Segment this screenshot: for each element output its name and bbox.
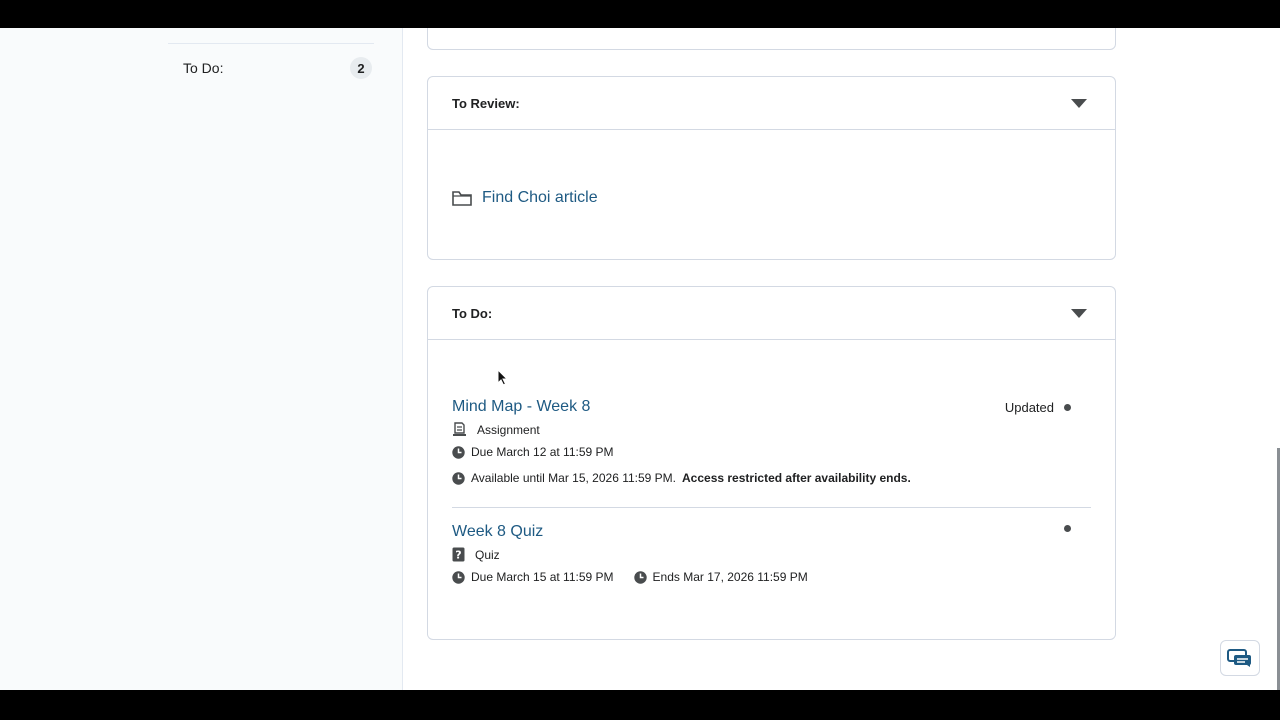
review-item: Find Choi article xyxy=(452,189,598,207)
sidebar-item-todo[interactable]: To Do: 2 xyxy=(168,55,374,81)
clock-icon xyxy=(633,570,647,584)
svg-text:?: ? xyxy=(455,549,461,562)
to-do-title: To Do: xyxy=(452,305,493,321)
mouse-cursor-icon xyxy=(497,369,509,386)
end-date-text: Ends Mar 17, 2026 11:59 PM xyxy=(652,570,808,584)
chat-icon xyxy=(1227,649,1251,667)
item-type-row: Assignment xyxy=(452,422,1091,437)
todo-item: Week 8 Quiz ? Quiz Due March 15 at 11:59… xyxy=(452,523,1091,603)
clock-icon xyxy=(452,445,465,459)
due-date-row: Due March 12 at 11:59 PM xyxy=(452,445,1091,459)
status-badge: Updated xyxy=(1005,400,1071,415)
due-date-row: Due March 15 at 11:59 PM Ends Mar 17, 20… xyxy=(452,570,1091,584)
availability-row: Available until Mar 15, 2026 11:59 PM. A… xyxy=(452,471,1091,485)
status-label: Updated xyxy=(1004,400,1054,415)
due-date-text: Due March 12 at 11:59 PM xyxy=(471,445,614,459)
sidebar: To Do: 2 xyxy=(0,28,403,690)
todo-item: Mind Map - Week 8 Updated Assignment Due xyxy=(452,398,1091,508)
to-review-title: To Review: xyxy=(452,95,520,111)
sidebar-divider xyxy=(168,43,374,44)
availability-note: Access restricted after availability end… xyxy=(682,471,911,485)
to-do-panel: To Do: Mind Map - Week 8 Updated Assignm… xyxy=(427,286,1116,640)
sidebar-item-label: To Do: xyxy=(183,60,224,76)
availability-text: Available until Mar 15, 2026 11:59 PM. xyxy=(471,471,677,485)
item-type-label: Quiz xyxy=(475,547,500,562)
item-type-label: Assignment xyxy=(477,422,540,437)
page-viewport: To Do: 2 To Review: Find Choi article To… xyxy=(0,28,1280,690)
find-choi-article-link[interactable]: Find Choi article xyxy=(482,189,598,207)
clock-icon xyxy=(452,570,465,584)
clock-icon xyxy=(452,471,465,485)
item-type-row: ? Quiz xyxy=(452,547,1091,562)
to-review-header[interactable]: To Review: xyxy=(428,77,1115,130)
unread-dot-icon xyxy=(1064,525,1071,532)
collapse-caret-icon[interactable] xyxy=(1071,98,1087,108)
assignment-icon xyxy=(453,422,466,436)
folder-icon xyxy=(452,190,472,206)
mind-map-week-8-link[interactable]: Mind Map - Week 8 xyxy=(452,398,590,415)
collapse-caret-icon[interactable] xyxy=(1071,308,1087,318)
todo-count-badge: 2 xyxy=(350,57,372,79)
previous-panel-bottom xyxy=(427,28,1116,50)
due-date-text: Due March 15 at 11:59 PM xyxy=(471,570,614,584)
week-8-quiz-link[interactable]: Week 8 Quiz xyxy=(452,523,543,540)
to-review-panel: To Review: Find Choi article xyxy=(427,76,1116,260)
to-do-header[interactable]: To Do: xyxy=(428,287,1115,340)
chat-button[interactable] xyxy=(1220,640,1260,676)
status-badge xyxy=(1064,525,1071,532)
quiz-icon: ? xyxy=(452,547,465,562)
unread-dot-icon xyxy=(1064,404,1071,411)
